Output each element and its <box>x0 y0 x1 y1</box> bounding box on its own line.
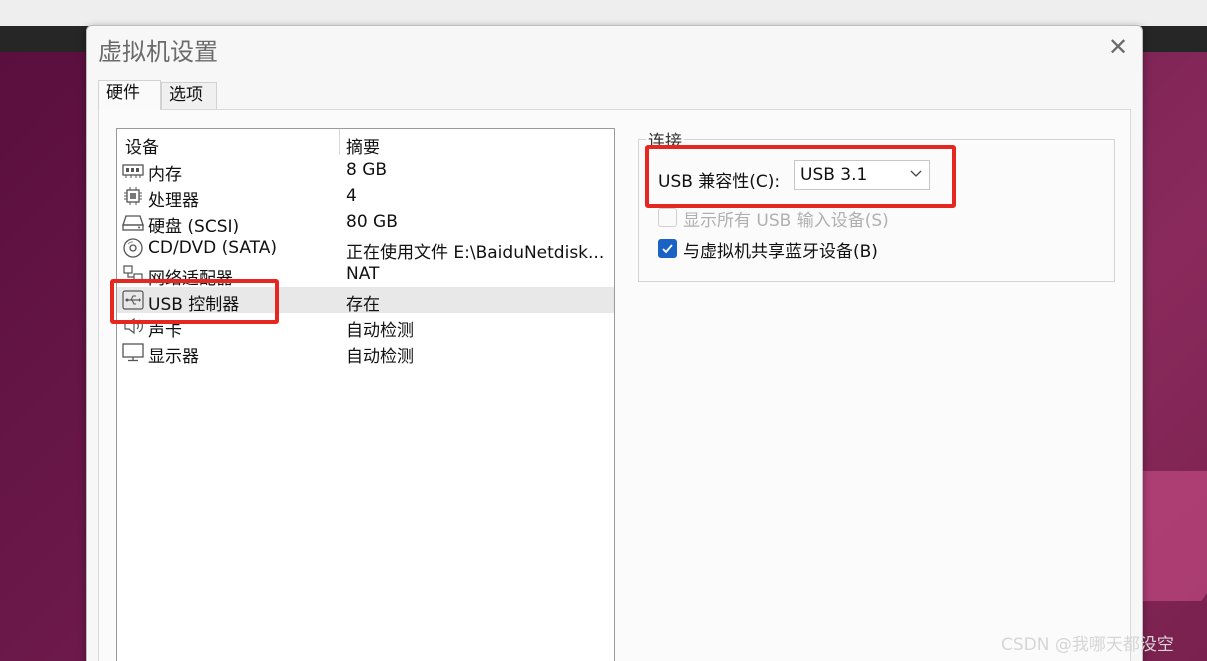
device-name: CD/DVD (SATA) <box>148 238 277 258</box>
annotation-highlight-usb-row <box>110 279 279 324</box>
watermark: CSDN @我哪天都没空 <box>1001 635 1174 655</box>
device-summary: 8 GB <box>346 160 388 180</box>
device-summary: 4 <box>346 186 357 206</box>
column-separator[interactable] <box>339 129 340 155</box>
device-row-display[interactable]: 显示器 自动检测 <box>117 339 614 367</box>
checkmark-icon <box>662 244 673 254</box>
device-summary: 80 GB <box>346 212 398 232</box>
device-row-memory[interactable]: 内存 8 GB <box>117 157 614 185</box>
device-list-header: 设备 摘要 <box>117 129 614 158</box>
device-row-cd-dvd[interactable]: CD/DVD (SATA) 正在使用文件 E:\BaiduNetdisk... <box>117 235 614 263</box>
show-all-usb-label: 显示所有 USB 输入设备(S) <box>683 211 889 231</box>
device-name: 硬盘 (SCSI) <box>148 217 240 237</box>
device-row-processor[interactable]: 处理器 4 <box>117 183 614 211</box>
device-summary: NAT <box>346 264 380 284</box>
device-name: 显示器 <box>148 347 199 367</box>
device-row-harddisk[interactable]: 硬盘 (SCSI) 80 GB <box>117 209 614 237</box>
device-name: 处理器 <box>148 191 199 211</box>
tab-options[interactable]: 选项 <box>161 82 217 109</box>
device-list[interactable]: 设备 摘要 内存 8 GB 处理器 4 硬盘 (SCSI) 80 GB CD/D… <box>116 128 615 661</box>
harddisk-icon <box>122 215 144 231</box>
show-all-usb-checkbox <box>658 208 677 227</box>
column-header-summary[interactable]: 摘要 <box>346 133 380 158</box>
close-icon[interactable]: ✕ <box>1105 34 1131 60</box>
processor-icon <box>124 187 142 205</box>
share-bluetooth-checkbox[interactable] <box>658 239 677 258</box>
desktop-top-strip <box>0 0 1207 26</box>
device-summary: 自动检测 <box>346 321 414 341</box>
column-header-device[interactable]: 设备 <box>125 133 159 158</box>
vm-settings-dialog: 虚拟机设置 ✕ 硬件 选项 设备 摘要 内存 8 GB 处理器 4 硬盘 (SC… <box>86 25 1143 661</box>
display-icon <box>122 343 144 362</box>
cd-dvd-icon <box>123 238 143 258</box>
annotation-highlight-usb-compat <box>645 145 956 208</box>
share-bluetooth-label[interactable]: 与虚拟机共享蓝牙设备(B) <box>683 237 878 262</box>
device-summary: 正在使用文件 E:\BaiduNetdisk... <box>346 243 605 263</box>
memory-icon <box>122 164 144 178</box>
dialog-title: 虚拟机设置 <box>98 38 218 66</box>
device-summary: 存在 <box>346 295 380 315</box>
tab-hardware[interactable]: 硬件 <box>98 80 161 110</box>
device-name: 内存 <box>148 165 182 185</box>
device-summary: 自动检测 <box>346 347 414 367</box>
